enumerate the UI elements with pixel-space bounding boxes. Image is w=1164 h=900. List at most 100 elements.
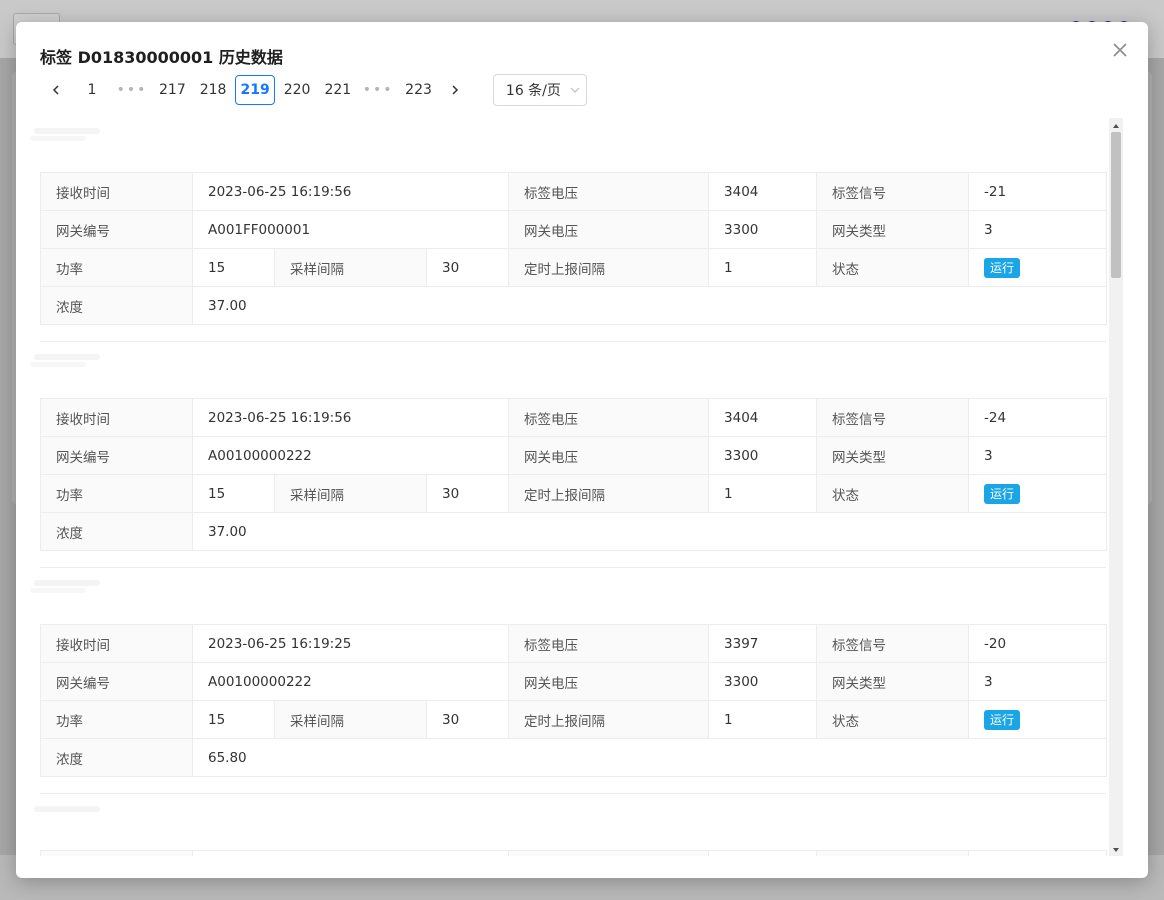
page-1[interactable]: 1 xyxy=(74,75,110,105)
label-tag-voltage: 标签电压 xyxy=(508,624,710,663)
label-concentration: 浓度 xyxy=(40,286,193,325)
modal-title: 标签 D01830000001 历史数据 xyxy=(40,48,283,67)
label-cell xyxy=(508,850,710,856)
value-sample-interval: 30 xyxy=(425,248,510,287)
label-concentration: 浓度 xyxy=(40,512,193,551)
value-power: 15 xyxy=(192,474,275,513)
triangle-down-icon xyxy=(1113,848,1119,852)
value-gateway-type: 3 xyxy=(968,662,1108,701)
record-divider xyxy=(40,341,1106,342)
label-tag-signal: 标签信号 xyxy=(816,172,970,211)
value-tag-voltage: 3404 xyxy=(708,172,818,211)
value-concentration: 37.00 xyxy=(191,512,1108,551)
status-badge: 运行 xyxy=(984,483,1021,504)
record-header xyxy=(30,570,150,600)
label-gateway-voltage: 网关电压 xyxy=(508,436,710,475)
label-receive-time: 接收时间 xyxy=(40,172,193,211)
value-gateway-voltage: 3300 xyxy=(708,436,818,475)
value-status: 运行 xyxy=(968,700,1108,739)
close-button[interactable] xyxy=(1110,40,1130,60)
value-status: 运行 xyxy=(968,248,1108,287)
label-tag-voltage: 标签电压 xyxy=(508,172,710,211)
value-receive-time: 2023-06-25 16:19:56 xyxy=(191,398,510,437)
label-gateway-type: 网关类型 xyxy=(816,210,970,249)
value-concentration: 37.00 xyxy=(191,286,1108,325)
label-status: 状态 xyxy=(816,474,970,513)
label-gateway-id: 网关编号 xyxy=(40,210,193,249)
value-gateway-id: A00100000222 xyxy=(191,662,510,701)
record-header xyxy=(30,796,150,826)
value-gateway-type: 3 xyxy=(968,436,1108,475)
vertical-scrollbar[interactable] xyxy=(1109,118,1123,856)
label-status: 状态 xyxy=(816,700,970,739)
value-cell xyxy=(191,850,510,856)
value-receive-time: 2023-06-25 16:19:56 xyxy=(191,172,510,211)
triangle-up-icon xyxy=(1113,124,1119,128)
label-receive-time: 接收时间 xyxy=(40,624,193,663)
record-divider xyxy=(40,793,1106,794)
record-header xyxy=(30,344,150,374)
value-power: 15 xyxy=(192,248,275,287)
page-221[interactable]: 221 xyxy=(319,75,356,105)
value-report-interval: 1 xyxy=(708,248,818,287)
page-217[interactable]: 217 xyxy=(154,75,191,105)
value-gateway-type: 3 xyxy=(968,210,1108,249)
label-cell xyxy=(40,850,193,856)
value-tag-voltage: 3404 xyxy=(708,398,818,437)
label-cell xyxy=(816,850,970,856)
value-tag-signal: -20 xyxy=(968,624,1108,663)
label-gateway-id: 网关编号 xyxy=(40,436,193,475)
close-icon xyxy=(1113,43,1127,57)
value-status: 运行 xyxy=(968,474,1108,513)
label-status: 状态 xyxy=(816,248,970,287)
page-jump-prev[interactable]: ••• xyxy=(112,75,152,105)
label-gateway-type: 网关类型 xyxy=(816,436,970,475)
value-gateway-voltage: 3300 xyxy=(708,662,818,701)
label-receive-time: 接收时间 xyxy=(40,398,193,437)
page-jump-next[interactable]: ••• xyxy=(358,75,398,105)
chevron-right-icon xyxy=(452,85,458,95)
history-modal: 标签 D01830000001 历史数据 1 ••• 217 218 219 2… xyxy=(16,22,1148,878)
label-report-interval: 定时上报间隔 xyxy=(508,700,710,739)
label-gateway-voltage: 网关电压 xyxy=(508,210,710,249)
scroll-down-arrow[interactable] xyxy=(1109,842,1123,856)
label-tag-voltage: 标签电压 xyxy=(508,398,710,437)
label-tag-signal: 标签信号 xyxy=(816,624,970,663)
scroll-up-arrow[interactable] xyxy=(1109,118,1123,132)
page-223[interactable]: 223 xyxy=(400,75,437,105)
record-table xyxy=(40,850,1108,856)
label-power: 功率 xyxy=(40,474,193,513)
label-gateway-type: 网关类型 xyxy=(816,662,970,701)
next-page-button[interactable] xyxy=(439,74,471,106)
value-receive-time: 2023-06-25 16:19:25 xyxy=(191,624,510,663)
page-218[interactable]: 218 xyxy=(195,75,232,105)
record-header xyxy=(30,118,150,148)
records-list[interactable]: 接收时间 2023-06-25 16:19:56 标签电压 3404 标签信号 … xyxy=(30,118,1124,856)
value-concentration: 65.80 xyxy=(191,738,1108,777)
label-sample-interval: 采样间隔 xyxy=(274,474,427,513)
value-report-interval: 1 xyxy=(708,474,818,513)
record-table: 接收时间 2023-06-25 16:19:56 标签电压 3404 标签信号 … xyxy=(40,398,1108,551)
record-table: 接收时间 2023-06-25 16:19:25 标签电压 3397 标签信号 … xyxy=(40,624,1108,777)
prev-page-button[interactable] xyxy=(40,74,72,106)
value-sample-interval: 30 xyxy=(425,474,510,513)
scroll-thumb[interactable] xyxy=(1111,132,1121,278)
record-divider xyxy=(40,567,1106,568)
label-sample-interval: 采样间隔 xyxy=(274,700,427,739)
value-tag-signal: -21 xyxy=(968,172,1108,211)
chevron-left-icon xyxy=(52,85,59,95)
chevron-down-icon xyxy=(570,87,580,93)
record-table: 接收时间 2023-06-25 16:19:56 标签电压 3404 标签信号 … xyxy=(40,172,1108,325)
label-power: 功率 xyxy=(40,700,193,739)
page-size-select[interactable]: 16 条/页 xyxy=(492,74,587,106)
value-gateway-voltage: 3300 xyxy=(708,210,818,249)
value-report-interval: 1 xyxy=(708,700,818,739)
value-power: 15 xyxy=(192,700,275,739)
page-219-current[interactable]: 219 xyxy=(235,75,275,105)
page-220[interactable]: 220 xyxy=(279,75,316,105)
label-gateway-voltage: 网关电压 xyxy=(508,662,710,701)
value-tag-signal: -24 xyxy=(968,398,1108,437)
label-tag-signal: 标签信号 xyxy=(816,398,970,437)
value-gateway-id: A001FF000001 xyxy=(191,210,510,249)
value-cell xyxy=(708,850,818,856)
